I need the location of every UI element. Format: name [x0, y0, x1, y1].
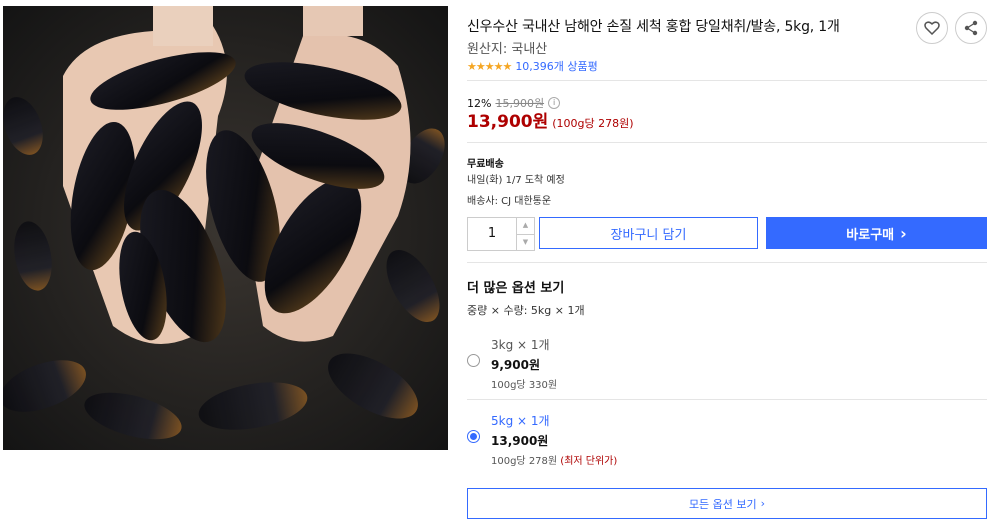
heart-icon [924, 21, 940, 35]
option-item-selected[interactable]: 5kg × 1개 13,900원 100g당 278원 (최저 단위가) [467, 412, 987, 468]
free-shipping-label: 무료배송 [467, 159, 504, 170]
sale-price: 13,900원 [467, 112, 549, 132]
option-item[interactable]: 3kg × 1개 9,900원 100g당 330원 [467, 336, 987, 392]
option-radio[interactable] [467, 354, 480, 367]
all-options-button[interactable]: 모든 옵션 보기 › [467, 488, 987, 519]
buy-now-label: 바로구매 [846, 227, 895, 243]
quantity-input[interactable]: 1 [468, 218, 517, 250]
option-name: 5kg × 1개 [491, 414, 550, 428]
option-radio-selected[interactable] [467, 430, 480, 443]
divider [467, 399, 987, 400]
option-price: 9,900원 [491, 358, 540, 372]
divider [467, 262, 987, 263]
lowest-unit-badge: (최저 단위가) [560, 456, 618, 467]
rating-row[interactable]: ★★★★★ 10,396개 상품평 [467, 58, 598, 74]
wishlist-button[interactable] [916, 12, 948, 44]
quantity-stepper[interactable]: 1 ▲ ▼ [467, 217, 535, 251]
share-icon [964, 20, 978, 36]
review-count-link[interactable]: 10,396개 상품평 [515, 58, 597, 74]
buy-now-button[interactable]: 바로구매 › [766, 217, 987, 249]
chevron-right-icon: › [900, 223, 907, 243]
quantity-up-icon[interactable]: ▲ [517, 218, 534, 235]
option-unit-price: 100g당 330원 [491, 380, 558, 391]
product-image [3, 6, 448, 450]
delivery-eta: 내일(화) 1/7 도착 예정 [467, 175, 565, 186]
divider [467, 142, 987, 143]
share-button[interactable] [955, 12, 987, 44]
rating-stars-icon: ★★★★★ [467, 59, 512, 73]
product-title: 신우수산 국내산 남해안 손질 세척 홍합 당일채취/발송, 5kg, 1개 [467, 19, 840, 35]
add-to-cart-button[interactable]: 장바구니 담기 [539, 217, 758, 249]
origin-label: 원산지: 국내산 [467, 42, 548, 57]
chevron-right-icon: › [760, 497, 766, 510]
quantity-down-icon[interactable]: ▼ [517, 235, 534, 251]
current-option: 중량 × 수량: 5kg × 1개 [467, 304, 585, 317]
more-options-title: 더 많은 옵션 보기 [467, 281, 565, 296]
option-name: 3kg × 1개 [491, 338, 550, 352]
option-price: 13,900원 [491, 434, 549, 448]
divider [467, 80, 987, 81]
all-options-label: 모든 옵션 보기 [688, 497, 757, 511]
shipping-carrier: 배송사: CJ 대한통운 [467, 196, 552, 207]
unit-price: (100g당 278원) [552, 117, 634, 130]
price-row: 13,900원 (100g당 278원) [467, 107, 634, 132]
option-unit-price: 100g당 278원 (최저 단위가) [491, 456, 618, 467]
